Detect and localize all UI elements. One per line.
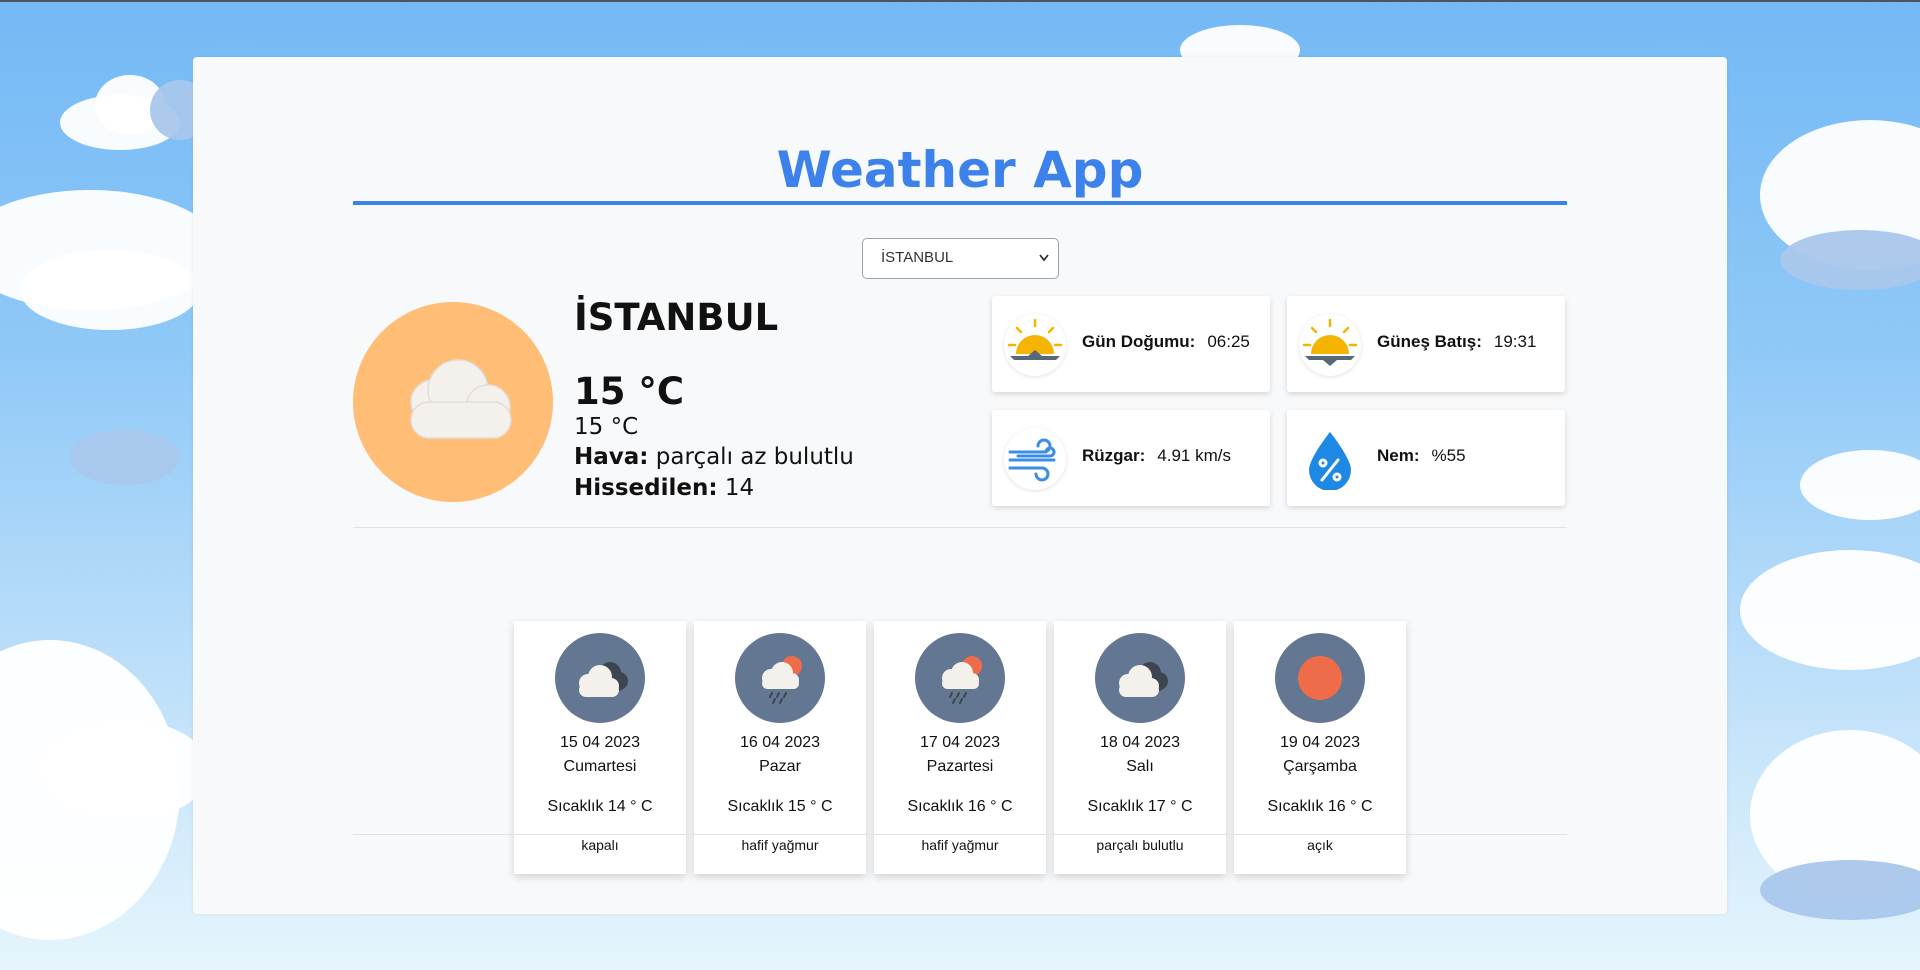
humidity-card: Nem: %55	[1287, 410, 1565, 506]
forecast-card: 19 04 2023 Çarşamba Sıcaklık 16 ° C açık	[1234, 621, 1406, 874]
humidity-text: Nem: %55	[1377, 446, 1466, 466]
cloud-icon	[410, 359, 512, 439]
sunset-label: Güneş Batış:	[1377, 332, 1482, 351]
feels-like: Hissedilen: 14	[574, 475, 754, 501]
section-divider	[353, 527, 1567, 528]
sunset-card: Güneş Batış: 19:31	[1287, 296, 1565, 392]
forecast-day: Cumartesi	[563, 758, 637, 775]
current-temperature: 15 °C	[574, 370, 685, 413]
humidity-label: Nem:	[1377, 446, 1420, 465]
wind-icon	[1004, 428, 1066, 490]
forecast-temperature: Sıcaklık 15 ° C	[727, 798, 833, 815]
section-divider-bottom	[353, 834, 1567, 835]
wind-value: 4.91 km/s	[1157, 446, 1231, 465]
forecast-day: Pazartesi	[926, 758, 994, 775]
app-title: Weather App	[776, 141, 1144, 199]
forecast-description: hafif yağmur	[921, 837, 999, 853]
chevron-down-icon	[1038, 239, 1050, 292]
forecast-temperature: Sıcaklık 14 ° C	[547, 798, 653, 815]
sunrise-value: 06:25	[1207, 332, 1250, 351]
wind-card: Rüzgar: 4.91 km/s	[992, 410, 1270, 506]
city-name: İSTANBUL	[574, 296, 779, 339]
forecast-date: 15 04 2023	[559, 734, 641, 751]
forecast-day: Salı	[1126, 758, 1154, 775]
forecast-temperature: Sıcaklık 16 ° C	[1267, 798, 1373, 815]
current-weather-icon	[353, 302, 553, 502]
forecast-card: 18 04 2023 Salı Sıcaklık 17 ° C parçalı …	[1054, 621, 1226, 874]
forecast-card: 17 04 2023 Pazartesi Sıcaklık 16 ° C haf…	[874, 621, 1046, 874]
sunrise-icon	[1004, 314, 1066, 376]
forecast-description: hafif yağmur	[741, 837, 819, 853]
weather-label: Hava:	[574, 444, 649, 470]
overcast-icon	[555, 633, 645, 723]
window-top-border	[0, 0, 1920, 2]
forecast-card: 16 04 2023 Pazar Sıcaklık 15 ° C hafif y…	[694, 621, 866, 874]
forecast-description: açık	[1307, 837, 1333, 853]
forecast-date: 18 04 2023	[1099, 734, 1181, 751]
weather-panel: Weather App İSTANBUL İSTANBUL 15 °C 15 °…	[193, 57, 1727, 914]
wind-label: Rüzgar:	[1082, 446, 1146, 465]
forecast-day: Pazar	[759, 758, 801, 775]
sunset-value: 19:31	[1493, 332, 1537, 351]
current-temperature-secondary: 15 °C	[574, 414, 639, 440]
city-select-value: İSTANBUL	[881, 249, 954, 266]
partly-cloudy-icon	[1095, 633, 1185, 723]
sunset-text: Güneş Batış: 19:31	[1377, 332, 1536, 352]
weather-description: Hava: parçalı az bulutlu	[574, 444, 854, 470]
humidity-icon	[1299, 428, 1361, 491]
sunrise-label: Gün Doğumu:	[1082, 332, 1196, 351]
light-rain-icon	[915, 633, 1005, 723]
sunrise-card: Gün Doğumu: 06:25	[992, 296, 1270, 392]
city-select[interactable]: İSTANBUL	[862, 238, 1059, 279]
feels-like-value: 14	[724, 475, 755, 501]
forecast-date: 17 04 2023	[919, 734, 1001, 751]
forecast-card: 15 04 2023 Cumartesi Sıcaklık 14 ° C kap…	[514, 621, 686, 874]
forecast-date: 16 04 2023	[739, 734, 821, 751]
forecast-temperature: Sıcaklık 16 ° C	[907, 798, 1013, 815]
wind-text: Rüzgar: 4.91 km/s	[1082, 446, 1231, 466]
forecast-day: Çarşamba	[1283, 758, 1357, 775]
weather-value: parçalı az bulutlu	[655, 444, 854, 470]
forecast-temperature: Sıcaklık 17 ° C	[1087, 798, 1193, 815]
humidity-value: %55	[1431, 446, 1466, 465]
light-rain-icon	[735, 633, 825, 723]
clear-sun-icon	[1275, 633, 1365, 723]
forecast-date: 19 04 2023	[1279, 734, 1361, 751]
forecast-description: parçalı bulutlu	[1096, 837, 1184, 853]
feels-like-label: Hissedilen:	[574, 475, 718, 501]
title-underline	[353, 201, 1567, 205]
forecast-description: kapalı	[581, 837, 619, 853]
sunset-icon	[1299, 314, 1361, 376]
sunrise-text: Gün Doğumu: 06:25	[1082, 332, 1250, 352]
